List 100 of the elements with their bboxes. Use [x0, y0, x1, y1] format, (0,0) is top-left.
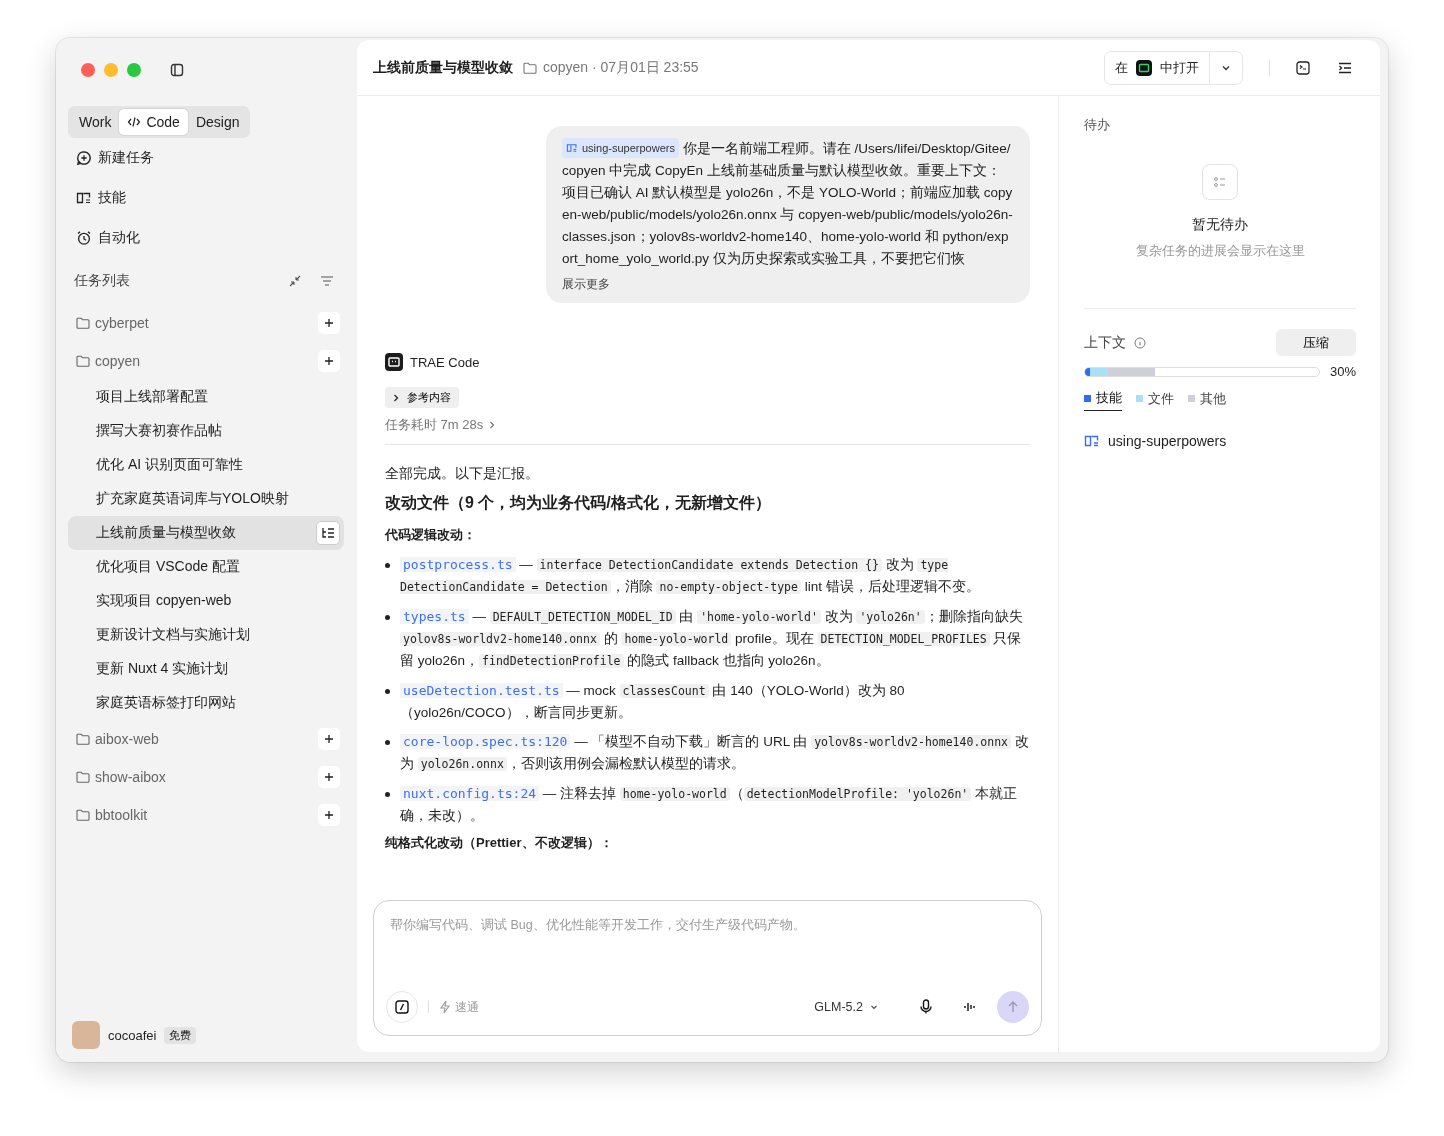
- duration-link[interactable]: 任务耗时 7m 28s: [385, 416, 484, 434]
- agent-name: TRAE Code: [410, 354, 480, 370]
- slash-icon: [395, 1000, 409, 1014]
- plus-icon: [324, 772, 334, 782]
- references-toggle[interactable]: 参考内容: [385, 387, 459, 408]
- add-task-button[interactable]: [318, 728, 340, 750]
- project-folder[interactable]: cyberpet: [76, 315, 318, 331]
- report-subheading: 代码逻辑改动：: [385, 526, 477, 544]
- add-task-button[interactable]: [318, 350, 340, 372]
- project-folder[interactable]: aibox-web: [76, 731, 318, 747]
- model-selector[interactable]: GLM-5.2: [814, 1000, 879, 1014]
- project-folder[interactable]: bbtoolkit: [76, 807, 318, 823]
- tree-list-icon[interactable]: [316, 521, 340, 545]
- alarm-clock-icon: [76, 230, 92, 246]
- plus-icon: [324, 356, 334, 366]
- report-intro: 全部完成。以下是汇报。: [385, 465, 540, 483]
- context-title: 上下文: [1084, 333, 1126, 352]
- file-link[interactable]: types.ts: [400, 609, 469, 624]
- empty-title: 暂无待办: [1192, 216, 1248, 234]
- list-item-text: useDetection.test.ts — mock classesCount 由 140（YOLO-World）改为 80（yolo26n/COCO），断言同步更新。: [400, 682, 906, 722]
- skill-item[interactable]: using-superpowers: [1084, 433, 1356, 449]
- task-item[interactable]: 更新 Nuxt 4 实施计划: [68, 652, 344, 686]
- sidebar-toggle-icon[interactable]: [170, 62, 184, 77]
- slash-command-button[interactable]: [386, 991, 418, 1023]
- empty-description: 复杂任务的进展会显示在这里: [1135, 242, 1305, 260]
- file-link[interactable]: postprocess.ts: [400, 557, 516, 572]
- terminal-icon[interactable]: [1296, 60, 1310, 75]
- book-icon: [1084, 434, 1100, 448]
- plan-badge: 免费: [164, 1026, 197, 1044]
- task-item[interactable]: 项目上线部署配置: [68, 380, 344, 414]
- bullet-dot: [385, 792, 390, 797]
- collapse-icon[interactable]: [288, 274, 302, 288]
- task-item[interactable]: 更新设计文档与实施计划: [68, 618, 344, 652]
- bullet-dot: [385, 563, 390, 568]
- prompt-text: using-superpowers 你是一名前端工程师。请在 /Users/lifei/Desktop/Gitee/copyen 中完成 CopyEn 上线前基础质量与默认模型收敛。重要上下文：项目已确认 AI 默认模型是 yolo26n，不是 YOLO-World；前端应加载 copyen-web/public/models/yolo26n.onnx 与 copyen-web/public/models/yolo26n-classes.json；yolov8s-worldv2-home140、home-yolo-world 和 python/export_home_yolo_world.py 仅为历史探索或实验工具，不要把它们恢: [562, 138, 1014, 270]
- panel-toggle-icon[interactable]: [1338, 60, 1352, 75]
- file-link[interactable]: nuxt.config.ts:24: [400, 786, 540, 801]
- mode-tab[interactable]: Design: [187, 109, 248, 135]
- bullet-dot: [385, 615, 390, 620]
- book-icon: [566, 143, 578, 153]
- bullet-dot: [385, 689, 390, 694]
- legend-tab[interactable]: 技能: [1084, 389, 1122, 411]
- add-task-button[interactable]: [318, 312, 340, 334]
- folder-icon: [76, 733, 90, 745]
- add-task-button[interactable]: [318, 804, 340, 826]
- task-item[interactable]: 上线前质量与模型收敛: [68, 516, 344, 550]
- project-folder[interactable]: copyen: [76, 353, 318, 369]
- message-input[interactable]: 帮你编写代码、调试 Bug、优化性能等开发工作，交付生产级代码产物。 速通 GLM-5.2: [373, 900, 1042, 1036]
- mode-tab[interactable]: Work: [71, 109, 120, 135]
- legend-tab[interactable]: 文件: [1136, 389, 1174, 411]
- task-item[interactable]: 优化 AI 识别页面可靠性: [68, 448, 344, 482]
- file-link[interactable]: useDetection.test.ts: [400, 683, 563, 698]
- project-folder[interactable]: show-aibox: [76, 769, 318, 785]
- compress-button[interactable]: 压缩: [1276, 329, 1356, 356]
- section-title: 任务列表: [74, 272, 131, 290]
- report-heading: 改动文件（9 个，均为业务代码/格式化，无新增文件）: [385, 493, 772, 513]
- audio-wave-icon[interactable]: [963, 1000, 977, 1014]
- book-icon: [76, 190, 92, 206]
- legend-tab[interactable]: 其他: [1188, 389, 1226, 411]
- task-item[interactable]: 撰写大赛初赛作品帖: [68, 414, 344, 448]
- user-name: cocoafei: [108, 1027, 157, 1043]
- folder-icon: [523, 61, 537, 74]
- chevron-right-icon[interactable]: [489, 421, 496, 429]
- folder-icon: [76, 317, 90, 329]
- microphone-icon[interactable]: [919, 999, 933, 1015]
- app-logo-icon: [1136, 59, 1152, 76]
- list-item-text: core-loop.spec.ts:120 — 「模型不自动下载」断言的 URL 由 yolov8s-worldv2-home140.onnx 改为 yolo26n.onnx ，否则该用例会漏检默认模型的请求。: [400, 733, 1030, 773]
- avatar-photo-placeholder: [72, 1021, 100, 1049]
- nav-item[interactable]: 自动化: [68, 218, 344, 258]
- task-item[interactable]: 扩充家庭英语词库与YOLO映射: [68, 482, 344, 516]
- list-item-text: types.ts — DEFAULT_DETECTION_MODEL_ID 由 'home-yolo-world' 改为 'yolo26n' ；删除指向缺失 yolov8s-worldv2-home140.onnx 的 home-yolo-world profile。现在 DETECTION_MODEL_PROFILES 只保留 yolo26n， findDetectionProfile 的隐式 fallback 也指向 yolo26n。: [400, 608, 1024, 670]
- chat-plus-icon: [76, 150, 92, 166]
- task-item[interactable]: 优化项目 VSCode 配置: [68, 550, 344, 584]
- plus-icon: [324, 810, 334, 820]
- chevron-right-icon: [393, 393, 399, 402]
- task-item[interactable]: 家庭英语标签打印网站: [68, 686, 344, 720]
- skill-tag[interactable]: using-superpowers: [562, 138, 679, 158]
- task-meta: copyen · 07月01日 23:55: [543, 58, 699, 77]
- list-icon: [1202, 164, 1238, 200]
- lightning-icon: [439, 1000, 451, 1014]
- plus-icon: [324, 318, 334, 328]
- agent-logo-icon: [385, 353, 403, 371]
- report-subheading: 纯格式化改动（Prettier、不改逻辑）：: [385, 834, 614, 852]
- usage-reading: 30%: [1329, 364, 1356, 379]
- list-item-text: nuxt.config.ts:24 — 注释去掉 home-yolo-world （ detectionModelProfile: 'yolo26n' 本就正确，未改）。: [400, 785, 1018, 825]
- nav-item[interactable]: 技能: [68, 178, 344, 218]
- open-in-button[interactable]: 在 中打开: [1104, 50, 1243, 85]
- folder-icon: [76, 771, 90, 783]
- todo-title: 待办: [1084, 116, 1111, 134]
- mode-tab[interactable]: Code: [119, 109, 188, 135]
- task-item[interactable]: 实现项目 copyen-web: [68, 584, 344, 618]
- info-icon[interactable]: [1134, 336, 1146, 349]
- nav-item[interactable]: 新建任务: [68, 138, 344, 178]
- add-task-button[interactable]: [318, 766, 340, 788]
- folder-icon: [76, 809, 90, 821]
- file-link[interactable]: core-loop.spec.ts:120: [400, 734, 571, 749]
- bullet-dot: [385, 740, 390, 745]
- folder-icon: [76, 355, 90, 367]
- show-more-link[interactable]: 展示更多: [562, 276, 610, 293]
- close-icon[interactable]: [81, 62, 95, 77]
